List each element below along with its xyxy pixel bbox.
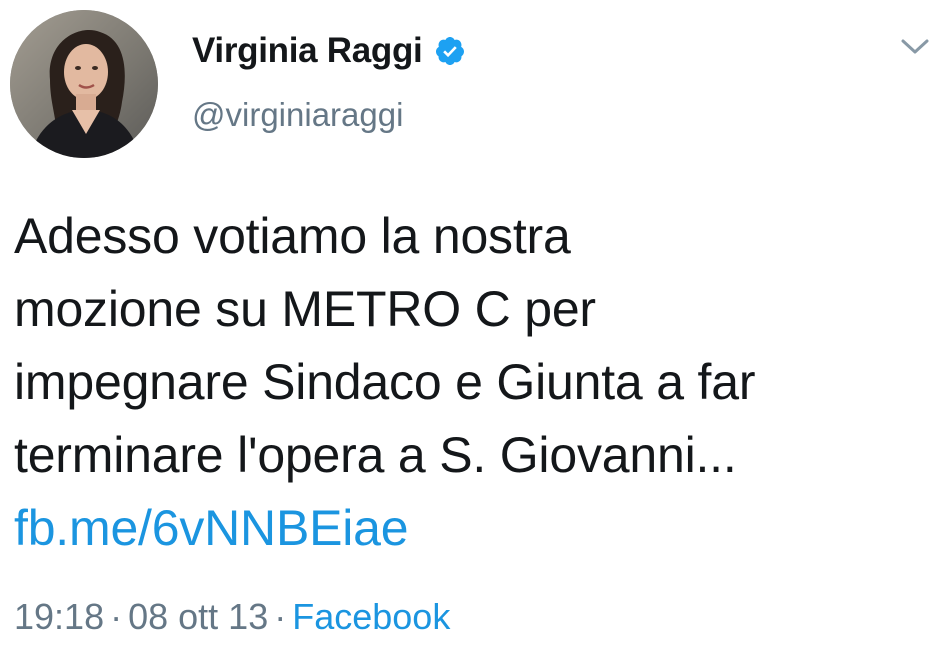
tweet-link[interactable]: fb.me/6vNNBEiae — [14, 492, 924, 565]
tweet-source-link[interactable]: Facebook — [292, 596, 450, 637]
tweet-text-line: impegnare Sindaco e Giunta a far — [14, 354, 756, 410]
user-handle[interactable]: @virginiaraggi — [192, 96, 403, 134]
profile-photo-icon — [10, 10, 158, 158]
tweet-card: Virginia Raggi @virginiaraggi Adesso vot… — [0, 0, 937, 648]
meta-separator: · — [274, 596, 287, 637]
chevron-down-icon[interactable] — [900, 36, 930, 58]
verified-badge-icon — [434, 35, 466, 67]
display-name[interactable]: Virginia Raggi — [192, 31, 423, 71]
tweet-meta: 19:18 · 08 ott 13 · Facebook — [14, 596, 450, 638]
tweet-text-line: mozione su METRO C per — [14, 281, 596, 337]
tweet-text: Adesso votiamo la nostra mozione su METR… — [14, 200, 924, 565]
user-name-row: Virginia Raggi — [192, 28, 466, 74]
meta-separator: · — [110, 596, 123, 637]
avatar[interactable] — [10, 10, 158, 158]
tweet-text-line: terminare l'opera a S. Giovanni... — [14, 427, 737, 483]
tweet-date[interactable]: 08 ott 13 — [128, 596, 268, 637]
tweet-time[interactable]: 19:18 — [14, 596, 104, 637]
tweet-text-line: Adesso votiamo la nostra — [14, 208, 571, 264]
